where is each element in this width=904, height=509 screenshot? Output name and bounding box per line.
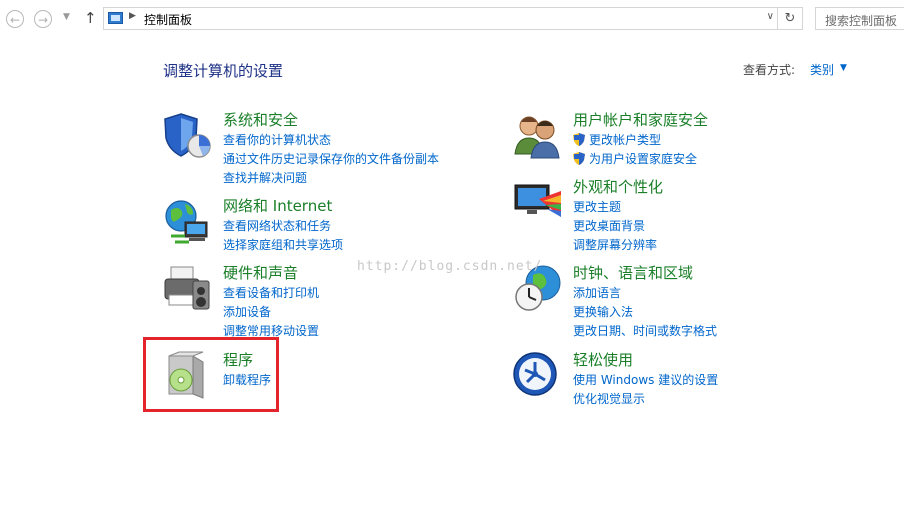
recent-locations-chevron-icon[interactable]: ▼ xyxy=(63,12,70,22)
link-change-input-method[interactable]: 更换输入法 xyxy=(573,303,717,322)
uac-shield-icon xyxy=(573,152,585,165)
monitor-palette-icon xyxy=(514,184,561,217)
category-title[interactable]: 用户帐户和家庭安全 xyxy=(573,110,708,130)
uac-shield-icon xyxy=(573,133,585,146)
link-change-theme[interactable]: 更改主题 xyxy=(573,198,663,217)
category-title[interactable]: 外观和个性化 xyxy=(573,177,663,197)
link-change-date-time-format[interactable]: 更改日期、时间或数字格式 xyxy=(573,322,717,341)
category-title[interactable]: 系统和安全 xyxy=(223,110,439,130)
link-adjust-resolution[interactable]: 调整屏幕分辨率 xyxy=(573,236,663,255)
page-title: 调整计算机的设置 xyxy=(163,62,284,80)
link-change-desktop-background[interactable]: 更改桌面背景 xyxy=(573,217,663,236)
search-input[interactable]: 搜索控制面板 xyxy=(815,7,904,30)
highlight-annotation-box xyxy=(143,337,279,412)
view-by-label: 查看方式: xyxy=(743,63,796,77)
category-title[interactable]: 硬件和声音 xyxy=(223,263,319,283)
network-globe-icon xyxy=(165,200,208,244)
security-shield-icon xyxy=(164,113,211,158)
address-bar[interactable]: ▶ 控制面板 ∨ ↻ xyxy=(103,7,803,30)
category-title[interactable]: 轻松使用 xyxy=(573,350,718,370)
link-change-account-type[interactable]: 更改帐户类型 xyxy=(573,131,708,150)
category-title[interactable]: 网络和 Internet xyxy=(223,196,343,216)
link-recommended-settings[interactable]: 使用 Windows 建议的设置 xyxy=(573,371,718,390)
watermark: http://blog.csdn.net/ xyxy=(357,259,543,274)
breadcrumb-control-panel[interactable]: 控制面板 xyxy=(144,11,192,28)
link-view-network-status[interactable]: 查看网络状态和任务 xyxy=(223,217,343,236)
forward-arrow-icon[interactable]: → xyxy=(34,10,52,28)
link-optimize-visual-display[interactable]: 优化视觉显示 xyxy=(573,390,718,409)
link-label: 为用户设置家庭安全 xyxy=(589,152,698,166)
view-by-dropdown[interactable]: 类别 xyxy=(810,61,834,78)
back-arrow-icon[interactable]: ← xyxy=(6,10,24,28)
printer-speaker-icon xyxy=(164,266,210,310)
view-by-chevron-down-icon[interactable]: ▼ xyxy=(840,63,847,73)
link-troubleshoot[interactable]: 查找并解决问题 xyxy=(223,169,439,188)
link-view-computer-status[interactable]: 查看你的计算机状态 xyxy=(223,131,439,150)
link-add-device[interactable]: 添加设备 xyxy=(223,303,319,322)
link-add-language[interactable]: 添加语言 xyxy=(573,284,717,303)
navigation-bar: ← → ▼ ↑ ▶ 控制面板 ∨ ↻ 搜索控制面板 xyxy=(0,0,904,38)
control-panel-icon xyxy=(108,12,123,24)
up-arrow-icon[interactable]: ↑ xyxy=(84,9,97,27)
refresh-icon[interactable]: ↻ xyxy=(777,8,802,29)
link-label: 更改帐户类型 xyxy=(589,133,662,147)
link-family-safety[interactable]: 为用户设置家庭安全 xyxy=(573,150,708,169)
ease-of-access-icon xyxy=(513,352,557,396)
link-devices-printers[interactable]: 查看设备和打印机 xyxy=(223,284,319,303)
link-file-history-backup[interactable]: 通过文件历史记录保存你的文件备份副本 xyxy=(223,150,439,169)
address-dropdown-icon[interactable]: ∨ xyxy=(767,11,774,22)
breadcrumb-chevron-icon[interactable]: ▶ xyxy=(129,11,136,21)
category-title[interactable]: 时钟、语言和区域 xyxy=(573,263,717,283)
users-icon xyxy=(514,116,560,159)
link-homegroup-sharing[interactable]: 选择家庭组和共享选项 xyxy=(223,236,343,255)
